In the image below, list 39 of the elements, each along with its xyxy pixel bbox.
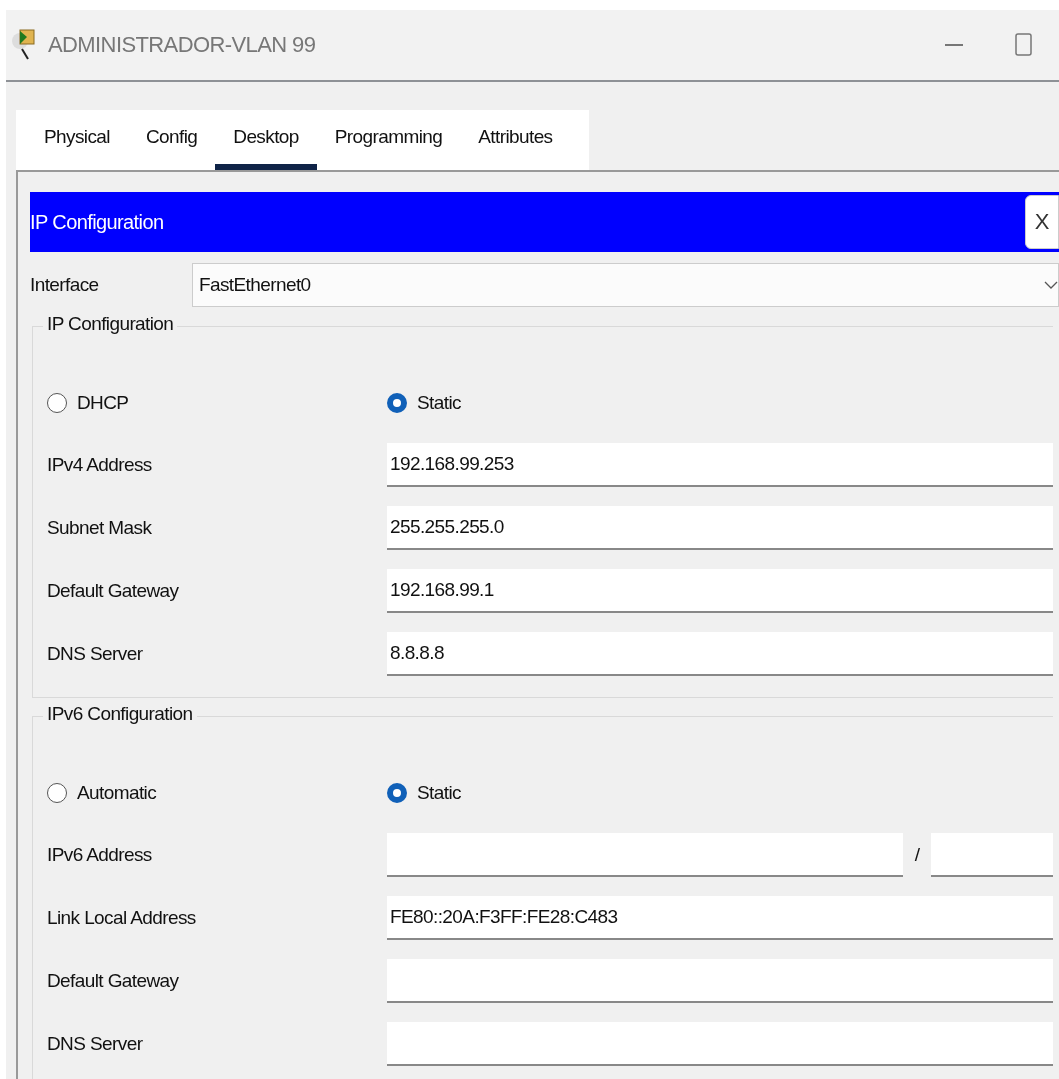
input-field[interactable]: 255.255.255.0 [387,505,1053,550]
field-label: IPv6 Address [47,843,153,866]
radio-option[interactable]: Static [387,392,461,414]
radio-button[interactable] [47,783,67,803]
radio-button[interactable] [387,783,407,803]
radio-option[interactable]: Automatic [47,782,387,804]
field-label: Default Gateway [47,579,180,602]
interface-dropdown[interactable]: FastEthernet0 [192,263,1059,307]
input-field[interactable]: 192.168.99.253 [387,442,1053,487]
separator: / [913,843,921,866]
tab[interactable]: Attributes [460,110,571,170]
prefix-field[interactable] [931,832,1053,877]
chevron-down-icon [1044,280,1058,290]
tab[interactable]: Physical [26,110,128,170]
input-field[interactable] [387,958,1053,1003]
field-label: DNS Server [47,642,144,665]
field-label: Subnet Mask [47,516,153,539]
radio-option[interactable]: Static [387,782,461,804]
maximize-icon [1015,33,1033,57]
close-button[interactable]: X [1025,195,1059,249]
radio-button[interactable] [47,393,67,413]
input-field[interactable]: FE80::20A:F3FF:FE28:C483 [387,895,1053,940]
tab[interactable]: Config [127,110,216,170]
input-field[interactable]: 8.8.8.8 [387,631,1053,676]
tab[interactable]: Desktop [215,110,317,170]
radio-option[interactable]: DHCP [47,392,387,414]
radio-button[interactable] [387,393,407,413]
field-label: DNS Server [47,1032,144,1055]
window-title: ADMINISTRADOR-VLAN 99 [48,32,317,58]
panel-title: IP Configuration [30,210,164,234]
field-label: Default Gateway [47,969,180,992]
minimize-icon [945,43,963,47]
input-field[interactable] [387,1021,1053,1066]
input-field[interactable]: 192.168.99.1 [387,568,1053,613]
field-label: Link Local Address [47,906,197,929]
field-label: IPv4 Address [47,453,153,476]
address-field[interactable] [387,832,903,877]
tab[interactable]: Programming [316,110,461,170]
field-label: Interface [30,274,100,296]
